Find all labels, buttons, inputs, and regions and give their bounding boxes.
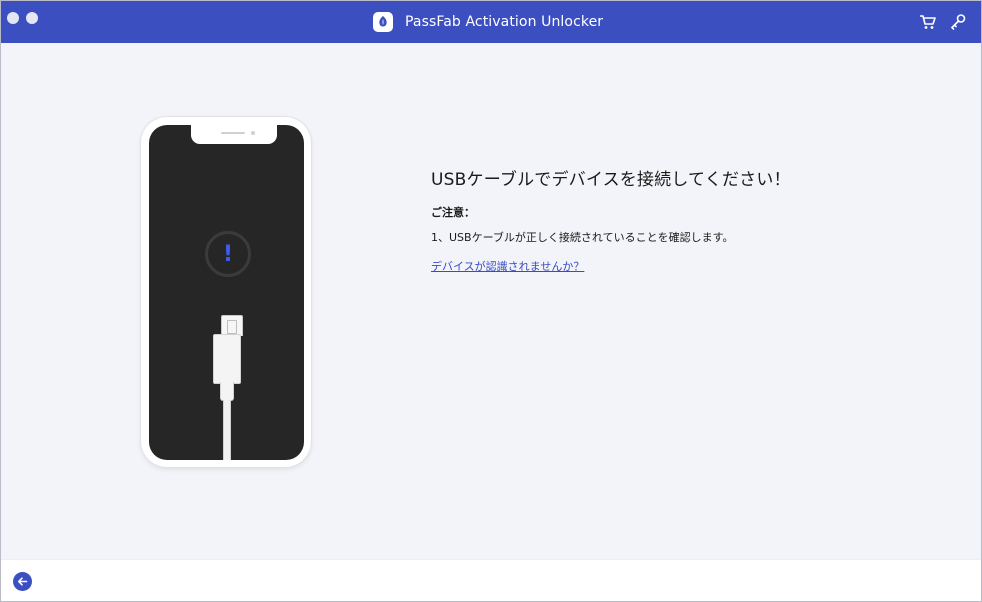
cart-icon[interactable] — [919, 13, 937, 31]
alert-icon: ! — [205, 231, 251, 277]
note-title: ご注意： — [431, 206, 475, 219]
usb-cable-wire — [223, 400, 231, 460]
app-title: PassFab Activation Unlocker — [405, 14, 604, 30]
device-not-recognized-link[interactable]: デバイスが認識されませんか？ — [431, 258, 584, 274]
passfab-logo-icon — [373, 12, 393, 32]
app-window: PassFab Activation Unlocker ! USBケーブルでデバ… — [0, 0, 982, 602]
back-arrow-icon — [18, 577, 28, 586]
alert-glyph: ! — [222, 241, 234, 267]
key-icon[interactable] — [949, 13, 967, 31]
title-bar: PassFab Activation Unlocker — [1, 1, 981, 43]
page-title: USBケーブルでデバイスを接続してください！ — [431, 170, 791, 190]
back-button[interactable] — [13, 572, 32, 591]
usb-connector-port — [227, 320, 237, 334]
phone-illustration: ! — [141, 117, 311, 467]
bottom-bar — [1, 559, 981, 601]
close-window-button[interactable] — [7, 12, 19, 24]
usb-connector-tip — [221, 315, 243, 336]
instructions-panel: USBケーブルでデバイスを接続してください！ ご注意： 1、USBケーブルが正し… — [431, 161, 931, 274]
phone-notch — [191, 125, 277, 144]
phone-speaker — [221, 132, 245, 134]
usb-connector-body — [213, 334, 241, 384]
note-item: 1、USBケーブルが正しく接続されていることを確認します。 — [431, 231, 734, 244]
app-title-group: PassFab Activation Unlocker — [373, 11, 603, 33]
phone-camera — [251, 131, 255, 135]
minimize-window-button[interactable] — [26, 12, 38, 24]
usb-connector-neck — [220, 382, 234, 401]
phone-screen: ! — [149, 125, 304, 460]
